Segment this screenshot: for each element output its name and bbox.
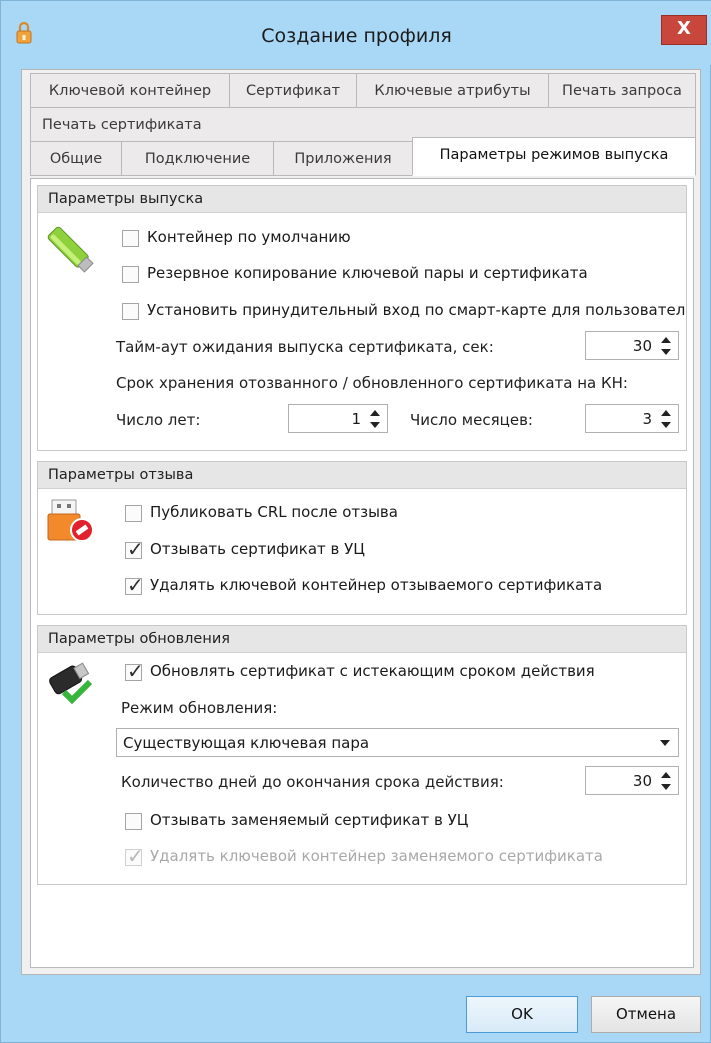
delete-replaced-checkbox <box>125 844 144 868</box>
dialog-window: Создание профиля X Ключевой контейнер Се… <box>0 0 711 1043</box>
dropdown-arrow-icon[interactable] <box>660 739 670 747</box>
ok-button[interactable]: OK <box>466 996 578 1033</box>
tab-applications[interactable]: Приложения <box>273 141 413 176</box>
close-icon: X <box>677 18 691 39</box>
spin-arrows-icon[interactable] <box>660 769 672 793</box>
window-title: Создание профиля <box>261 25 452 47</box>
spin-arrows-icon[interactable] <box>369 407 381 431</box>
revoke-replaced-label: Отзывать заменяемый сертификат в УЦ <box>150 811 469 829</box>
renew-expiring-label: Обновлять сертификат с истекающим сроком… <box>150 662 595 680</box>
update-mode-label: Режим обновления: <box>121 699 278 717</box>
update-mode-value: Существующая ключевая пара <box>123 734 370 752</box>
tab-connection[interactable]: Подключение <box>121 141 274 176</box>
backup-keypair-label: Резервное копирование ключевой пары и се… <box>147 264 588 282</box>
days-spinbox[interactable]: 30 <box>585 766 679 795</box>
cancel-button[interactable]: Отмена <box>591 996 701 1033</box>
force-smartcard-checkbox[interactable] <box>122 303 139 320</box>
months-value: 3 <box>642 410 652 428</box>
revoke-replaced-checkbox[interactable] <box>125 813 142 830</box>
group-issue-params: Параметры выпуска Контейнер по умолчанию… <box>37 185 687 451</box>
timeout-value: 30 <box>632 337 652 355</box>
revoke-in-ca-checkbox[interactable] <box>125 537 144 561</box>
delete-replaced-label: Удалять ключевой контейнер заменяемого с… <box>150 847 603 865</box>
default-container-checkbox[interactable] <box>122 230 139 247</box>
publish-crl-label: Публиковать CRL после отзыва <box>150 503 398 521</box>
tab-panel-issue-modes: Параметры выпуска Контейнер по умолчанию… <box>30 178 694 968</box>
months-spinbox[interactable]: 3 <box>585 404 679 433</box>
usb-revoke-icon <box>47 499 94 542</box>
spin-arrows-icon[interactable] <box>660 407 672 431</box>
delete-container-checkbox[interactable] <box>125 573 144 597</box>
update-mode-select[interactable]: Существующая ключевая пара <box>116 728 679 757</box>
renew-expiring-checkbox[interactable] <box>125 659 144 683</box>
usb-refresh-icon <box>49 662 93 705</box>
years-spinbox[interactable]: 1 <box>288 404 388 433</box>
months-label: Число месяцев: <box>410 411 533 429</box>
publish-crl-checkbox[interactable] <box>125 505 142 522</box>
days-value: 30 <box>632 772 652 790</box>
force-smartcard-label: Установить принудительный вход по смарт-… <box>147 301 686 319</box>
days-label: Количество дней до окончания срока дейст… <box>121 773 504 791</box>
delete-container-label: Удалять ключевой контейнер отзываемого с… <box>150 576 603 594</box>
tab-certificate[interactable]: Сертификат <box>229 73 357 108</box>
group-header: Параметры выпуска <box>38 186 686 213</box>
tab-print-request[interactable]: Печать запроса <box>548 73 696 108</box>
timeout-label: Тайм-аут ожидания выпуска сертификата, с… <box>116 338 494 356</box>
title-bar: Создание профиля X <box>1 1 711 65</box>
timeout-spinbox[interactable]: 30 <box>585 331 679 360</box>
revoke-in-ca-label: Отзывать сертификат в УЦ <box>150 540 365 558</box>
group-revoke-params: Параметры отзыва Публиковать CRL после о… <box>37 461 687 615</box>
tab-general[interactable]: Общие <box>30 141 122 176</box>
tab-issue-modes[interactable]: Параметры режимов выпуска <box>412 137 696 176</box>
spin-arrows-icon[interactable] <box>660 334 672 358</box>
years-label: Число лет: <box>116 411 201 429</box>
group-header: Параметры обновления <box>38 626 686 653</box>
group-header: Параметры отзыва <box>38 462 686 489</box>
close-button[interactable]: X <box>661 15 707 45</box>
dialog-client-area: Ключевой контейнер Сертификат Ключевые а… <box>21 69 701 975</box>
usb-token-icon <box>47 226 94 273</box>
tab-key-attributes[interactable]: Ключевые атрибуты <box>356 73 549 108</box>
group-update-params: Параметры обновления Обновлять сертифика… <box>37 625 687 885</box>
tab-key-container[interactable]: Ключевой контейнер <box>30 73 230 108</box>
storage-label: Срок хранения отозванного / обновленного… <box>116 374 628 392</box>
years-value: 1 <box>351 410 361 428</box>
backup-keypair-checkbox[interactable] <box>122 266 139 283</box>
default-container-label: Контейнер по умолчанию <box>147 228 351 246</box>
